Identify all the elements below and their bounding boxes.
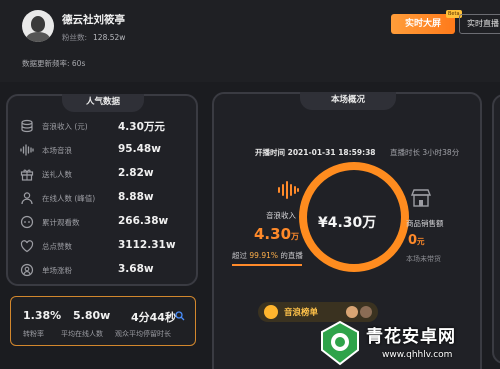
conversion-rate-label: 转粉率 [23,330,44,338]
fans-value: 128.52w [93,33,126,42]
fans-label: 粉丝数: [62,33,88,42]
metric-row: 单场涨粉 3.68w [20,262,192,280]
metric-value: 266.38w [118,215,169,227]
sales-number: 0 [408,233,418,248]
realtime-live-button[interactable]: 实时直播 [459,14,500,34]
revenue-number: 4.30 [254,225,292,243]
metric-row: 累计观看数 266.38w [20,214,192,232]
watermark-logo-icon [321,320,359,366]
metric-row: 在线人数 (峰值) 8.88w [20,190,192,208]
fans-count: 粉丝数: 128.52w [62,32,125,43]
coins-stack-icon [21,119,33,133]
sales-note: 本场未带货 [406,255,441,263]
popularity-panel: 人气数据 音浪收入 (元) 4.30万元 本场音浪 95.48w 送礼人数 2.… [6,94,198,286]
metric-value: 3112.31w [118,239,176,251]
beyond-percent: 99.91% [249,251,278,260]
beyond-suffix: 的直播 [280,251,303,260]
avatar[interactable] [346,306,358,318]
metric-value: 8.88w [118,191,154,203]
metric-label: 单场涨粉 [42,266,72,275]
avatar[interactable] [360,306,372,318]
beyond-prefix: 超过 [232,251,247,260]
watermark-url: www.qhhlv.com [382,350,453,360]
metric-label: 总点赞数 [42,242,72,251]
heart-icon [20,240,34,253]
avg-online-value: 5.80w [73,309,111,322]
avg-online-label: 平均在线人数 [61,330,103,338]
watermark-title: 青花安卓网 [366,327,456,347]
sales-label: 商品销售额 [406,219,444,228]
metric-row: 送礼人数 2.82w [20,166,192,184]
rank-label: 音浪榜单 [284,308,319,318]
revenue-unit: 万 [291,232,300,241]
center-revenue-value: ¥4.30万 [318,215,377,231]
sound-wave-icon [20,144,34,156]
metric-value: 4.30万元 [118,121,165,133]
metric-value: 3.68w [118,263,154,275]
sales-value: 0元 [408,233,425,248]
metric-row: 音浪收入 (元) 4.30万元 [20,118,192,136]
avatar-face [31,16,45,32]
shop-icon [410,189,432,207]
metric-label: 送礼人数 [42,170,72,179]
metric-label: 音浪收入 (元) [42,122,88,131]
avg-stay-label: 观众平均停留时长 [115,330,171,338]
revenue-value: 4.30万 [254,225,299,243]
metric-label: 在线人数 (峰值) [42,194,96,203]
host-name: 德云社刘筱亭 [62,14,125,26]
metric-value: 95.48w [118,143,161,155]
metric-label: 本场音浪 [42,146,72,155]
overview-title: 本场概况 [300,92,396,110]
engagement-summary: 1.38% 转粉率 5.80w 平均在线人数 4分44秒 观众平均停留时长 [10,296,196,346]
gift-icon [20,169,34,181]
next-panel-edge [492,94,500,364]
highlight-underline [232,264,302,266]
sound-wave-icon [278,181,299,199]
metric-row: 总点赞数 3112.31w [20,238,192,256]
ranking-percentile: 超过 99.91% 的直播 [232,250,303,261]
avg-stay-value: 4分44秒 [131,311,176,324]
live-duration: 直播时长 3小时38分 [390,148,460,157]
metric-row: 本场音浪 95.48w [20,142,192,160]
watermark: 青花安卓网 www.qhhlv.com [318,320,488,366]
avatar[interactable] [22,10,54,42]
eye-icon [20,215,34,229]
coin-icon [264,305,278,319]
sales-unit: 元 [417,237,425,246]
person-icon [21,192,33,205]
avatar-body [26,32,50,42]
user-plus-icon [20,263,34,277]
metric-value: 2.82w [118,167,154,179]
metric-label: 累计观看数 [42,218,80,227]
popularity-title: 人气数据 [62,94,144,112]
search-icon[interactable] [175,311,185,321]
update-frequency: 数据更新频率: 60s [22,59,86,68]
conversion-rate-value: 1.38% [23,309,62,322]
header-bar: 德云社刘筱亭 粉丝数: 128.52w 数据更新频率: 60s 实时大屏 Beta… [0,0,500,82]
revenue-label: 音浪收入 [266,211,296,220]
start-time: 开播时间 2021-01-31 18:59:38 [255,148,376,157]
